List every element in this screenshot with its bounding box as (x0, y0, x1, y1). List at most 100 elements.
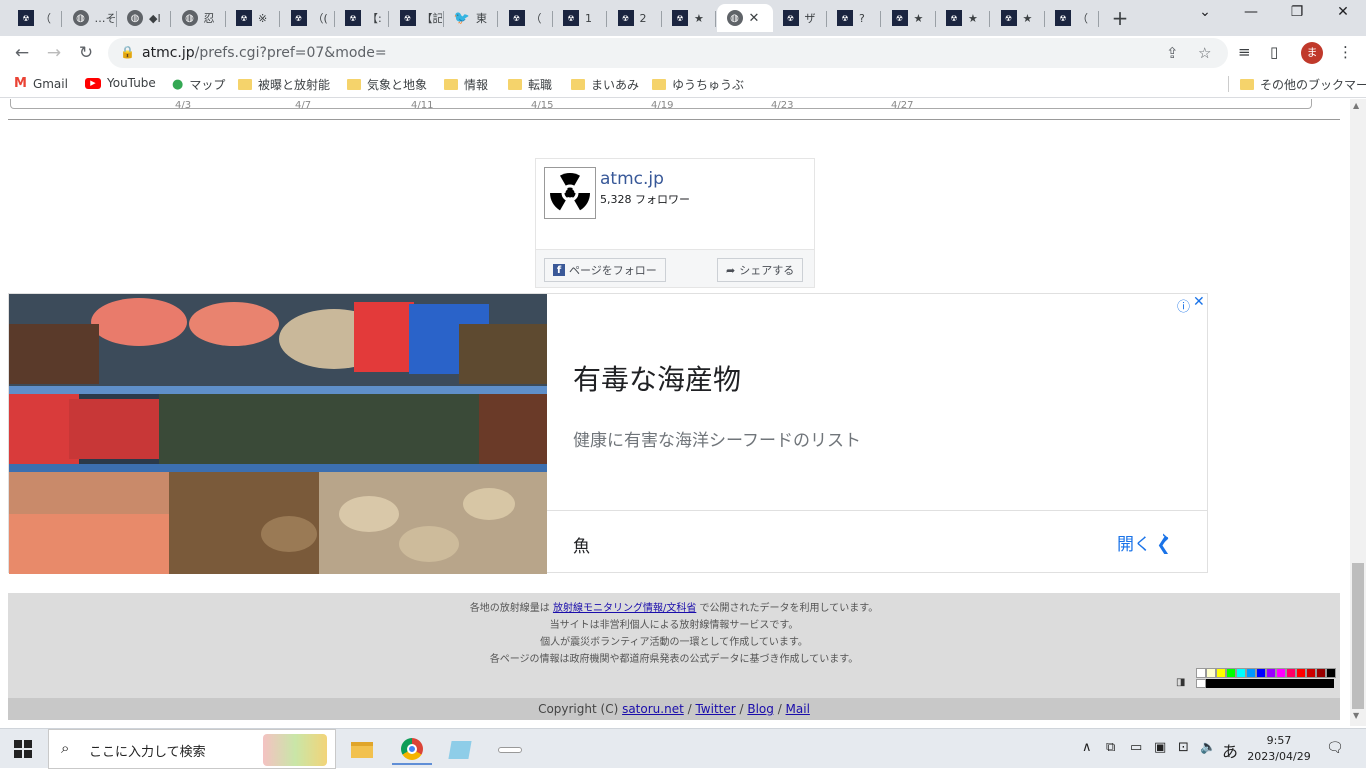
palette-swatch[interactable] (1286, 668, 1296, 678)
close-window-button[interactable]: ✕ (1320, 4, 1366, 20)
meet-now-icon[interactable]: ⧉ (1106, 740, 1115, 755)
ad-headline[interactable]: 有毒な海産物 (573, 358, 741, 398)
follow-page-button[interactable]: f ページをフォロー (544, 258, 666, 282)
browser-tab[interactable]: ☢ ※ (226, 4, 280, 32)
notepad-icon[interactable] (440, 735, 480, 765)
palette-swatch[interactable] (1246, 668, 1256, 678)
browser-tab[interactable]: ◍ …そ (63, 4, 117, 32)
browser-tab[interactable]: ☢ 1 (553, 4, 607, 32)
bookmark-folder-radiation[interactable]: 被曝と放射能 (238, 76, 330, 93)
scrollbar-thumb[interactable] (1352, 563, 1364, 709)
reading-list-icon[interactable]: ≡ (1238, 43, 1251, 61)
browser-tab[interactable]: ☢ ★ (936, 4, 990, 32)
mail-link[interactable]: Mail (786, 702, 810, 716)
palette-swatch[interactable] (1276, 668, 1286, 678)
scroll-down-icon[interactable]: ▼ (1353, 711, 1359, 720)
satoru-link[interactable]: satoru.net (622, 702, 684, 716)
side-panel-icon[interactable]: ▯ (1270, 43, 1278, 61)
browser-tab[interactable]: ◍ ◆I (117, 4, 171, 32)
bookmark-folder-weather[interactable]: 気象と地象 (347, 76, 427, 93)
bookmark-folder-youtube[interactable]: ゆうちゅうぶ (652, 76, 744, 93)
palette-toggle-icon[interactable]: ◨ (1176, 677, 1185, 688)
ad-category[interactable]: 魚 (573, 532, 590, 557)
facebook-page-name[interactable]: atmc.jp (600, 169, 664, 189)
palette-swatch[interactable] (1196, 668, 1206, 678)
browser-tab[interactable]: ◍ ✕ (716, 4, 773, 32)
browser-tab[interactable]: ☢? (827, 4, 881, 32)
volume-icon[interactable]: 🔈 (1200, 740, 1216, 755)
file-explorer-icon[interactable] (342, 735, 382, 765)
share-button[interactable]: ➦ シェアする (717, 258, 804, 282)
bookmark-folder-jobs[interactable]: 転職 (508, 76, 552, 93)
palette-swatch[interactable] (1256, 668, 1266, 678)
tab-search-chevron-icon[interactable]: ⌄ (1182, 4, 1228, 20)
share-icon[interactable]: ⇪ (1166, 44, 1179, 62)
bookmark-star-icon[interactable]: ☆ (1198, 44, 1211, 62)
browser-tab[interactable]: ☢ 2 (608, 4, 662, 32)
palette-swatch[interactable] (1296, 668, 1306, 678)
chrome-icon[interactable] (392, 735, 432, 765)
transparent-swatch[interactable] (1196, 679, 1206, 688)
palette-swatch[interactable] (1206, 668, 1216, 678)
menu-kebab-icon[interactable]: ⋮ (1338, 43, 1353, 61)
bookmark-gmail[interactable]: M Gmail (14, 76, 68, 91)
battery-icon[interactable]: ▭ (1130, 740, 1142, 755)
blog-link[interactable]: Blog (747, 702, 774, 716)
browser-tab[interactable]: ☢ （ (1045, 4, 1099, 32)
browser-tab[interactable]: ☢ （ (499, 4, 553, 32)
new-tab-button[interactable]: + (1108, 6, 1132, 30)
windows-start-icon[interactable] (14, 740, 32, 758)
system-clock[interactable]: 9:57 2023/04/29 (1244, 733, 1314, 765)
bookmark-maps[interactable]: ● マップ (172, 76, 225, 93)
radiation-logo[interactable] (544, 167, 596, 219)
bookmark-folder-maiami[interactable]: まいあみ (571, 76, 639, 93)
other-bookmarks[interactable]: その他のブックマーク (1240, 76, 1366, 93)
scroll-up-icon[interactable]: ▲ (1353, 101, 1359, 110)
color-palette[interactable] (1196, 668, 1336, 678)
ime-indicator[interactable]: あ (1222, 738, 1238, 762)
bookmark-youtube[interactable]: ▶ YouTube (85, 76, 156, 90)
restore-button[interactable]: ❐ (1274, 4, 1320, 20)
palette-swatch[interactable] (1316, 668, 1326, 678)
seafood-photo[interactable] (9, 294, 547, 574)
ad-subtitle[interactable]: 健康に有害な海洋シーフードのリスト (573, 426, 861, 451)
ad-info-icon[interactable]: ⓘ (1177, 296, 1190, 315)
reload-button[interactable]: ↻ (74, 41, 98, 65)
search-highlight-image[interactable] (263, 734, 327, 766)
notification-icon[interactable]: 🗨 (1326, 740, 1344, 756)
tray-expand-icon[interactable]: ∧ (1082, 740, 1092, 755)
app-icon[interactable] (490, 735, 530, 765)
browser-tab[interactable]: ◍ 忍 (172, 4, 226, 32)
browser-tab[interactable]: ☢ ザ (773, 4, 827, 32)
close-tab-icon[interactable]: ✕ (749, 11, 760, 26)
profile-avatar[interactable]: ま (1301, 42, 1323, 64)
url-text[interactable]: atmc.jp/prefs.cgi?pref=07&mode= (142, 45, 387, 61)
palette-swatch[interactable] (1326, 668, 1336, 678)
browser-tab[interactable]: 🐦 東 (444, 4, 498, 32)
browser-tab[interactable]: ☢ ★ (882, 4, 936, 32)
browser-tab[interactable]: ☢ 【: (335, 4, 389, 32)
moe-monitoring-link[interactable]: 放射線モニタリング情報/文科省 (553, 603, 696, 614)
palette-swatch[interactable] (1226, 668, 1236, 678)
twitter-link[interactable]: Twitter (695, 702, 735, 716)
browser-tab[interactable]: ☢ （ (8, 4, 62, 32)
forward-button[interactable]: → (42, 41, 66, 65)
chevron-right-icon[interactable]: › (1161, 526, 1170, 551)
advertisement[interactable]: 有毒な海産物 健康に有害な海洋シーフードのリスト 魚 開く ❮ › ⓘ ✕ (8, 293, 1208, 574)
back-button[interactable]: ← (10, 41, 34, 65)
browser-tab[interactable]: ☢ （( (281, 4, 335, 32)
palette-swatch[interactable] (1216, 668, 1226, 678)
palette-swatch[interactable] (1266, 668, 1276, 678)
display-icon[interactable]: ⊡ (1178, 740, 1189, 755)
browser-tab[interactable]: ☢ ★ (991, 4, 1045, 32)
bookmark-folder-info[interactable]: 情報 (444, 76, 488, 93)
browser-tab[interactable]: ☢ ★ (662, 4, 716, 32)
minimize-button[interactable]: — (1228, 4, 1274, 20)
palette-swatch[interactable] (1236, 668, 1246, 678)
palette-swatch[interactable] (1306, 668, 1316, 678)
vertical-scrollbar[interactable]: ▲ ▼ (1350, 99, 1366, 726)
address-bar[interactable]: 🔒 atmc.jp/prefs.cgi?pref=07&mode= ⇪ ☆ (108, 38, 1228, 68)
network-icon[interactable]: ▣ (1154, 740, 1166, 755)
browser-tab[interactable]: ☢ 【記 (390, 4, 444, 32)
ad-close-icon[interactable]: ✕ (1193, 294, 1205, 310)
